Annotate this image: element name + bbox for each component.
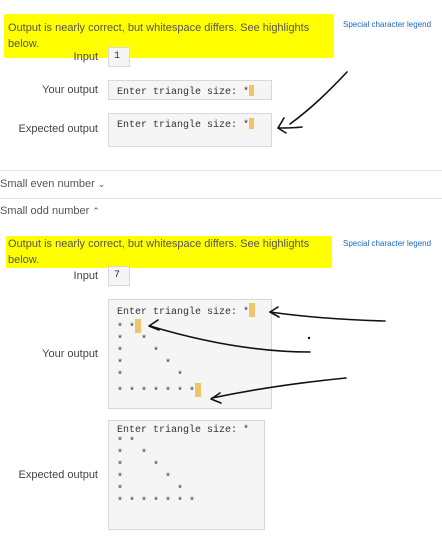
annotation-arrow	[289, 71, 348, 125]
annotation-arrow	[210, 392, 222, 404]
handwritten-annotations	[148, 71, 386, 404]
annotation-arrow	[211, 377, 347, 399]
annotation-arrow	[277, 126, 303, 129]
annotation-dot	[307, 336, 311, 340]
annotation-arrow	[277, 117, 287, 134]
annotation-arrow	[149, 325, 311, 353]
annotation-arrow	[269, 311, 386, 322]
